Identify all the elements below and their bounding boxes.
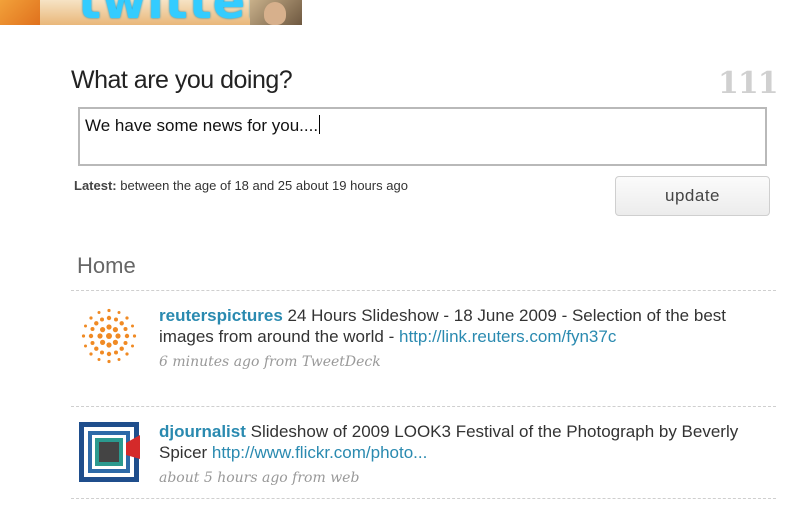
divider [71, 498, 776, 499]
timeline-title: Home [77, 253, 136, 278]
user-avatar-thumbnail [250, 0, 302, 25]
tweet-body: djournalist Slideshow of 2009 LOOK3 Fest… [159, 421, 739, 489]
tweet-username[interactable]: reuterspictures [159, 306, 283, 325]
tweet-meta: 6 minutes ago from TweetDeck [159, 354, 381, 370]
latest-status: Latest: between the age of 18 and 25 abo… [74, 178, 408, 193]
tweet-username[interactable]: djournalist [159, 422, 246, 441]
status-prompt: What are you doing? [71, 66, 293, 94]
latest-text: between the age of 18 and 25 about 19 ho… [116, 178, 408, 193]
latest-label: Latest: [74, 178, 117, 193]
twitter-logo[interactable]: twitter [40, 0, 270, 25]
status-input[interactable]: We have some news for you.... [78, 107, 767, 166]
header-banner: twitter [0, 0, 302, 25]
reuters-logo-graphic [81, 308, 137, 364]
logo-text: twitter [78, 0, 271, 25]
banner-thumbnail [0, 0, 40, 25]
tweet-link[interactable]: http://www.flickr.com/photo... [212, 443, 427, 462]
character-counter: 111 [718, 66, 779, 101]
update-button[interactable]: update [615, 176, 770, 216]
tweet-body: reuterspictures 24 Hours Slideshow - 18 … [159, 305, 739, 373]
status-input-text: We have some news for you.... [85, 116, 319, 135]
djournalist-logo-graphic [79, 422, 140, 482]
divider [71, 290, 776, 291]
tweet-link[interactable]: http://link.reuters.com/fyn37c [399, 327, 616, 346]
reuters-logo-icon[interactable] [78, 305, 140, 367]
divider [71, 406, 776, 407]
text-caret [319, 115, 321, 134]
face-icon [264, 2, 286, 25]
tweet-meta: about 5 hours ago from web [159, 470, 360, 486]
djournalist-logo-icon[interactable] [78, 421, 140, 483]
